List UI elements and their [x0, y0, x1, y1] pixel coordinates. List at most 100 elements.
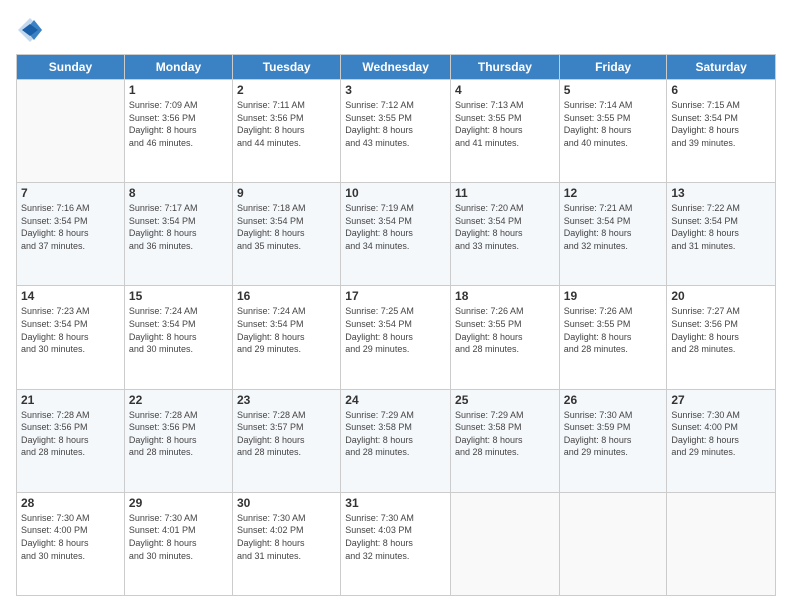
day-number: 28	[21, 496, 120, 510]
day-number: 18	[455, 289, 555, 303]
day-number: 14	[21, 289, 120, 303]
calendar-cell	[451, 492, 560, 595]
day-number: 24	[345, 393, 446, 407]
day-number: 25	[455, 393, 555, 407]
calendar-week-row: 28 Sunrise: 7:30 AM Sunset: 4:00 PM Dayli…	[17, 492, 776, 595]
day-number: 10	[345, 186, 446, 200]
day-number: 4	[455, 83, 555, 97]
day-number: 1	[129, 83, 228, 97]
calendar-cell: 28 Sunrise: 7:30 AM Sunset: 4:00 PM Dayli…	[17, 492, 125, 595]
day-info: Sunrise: 7:24 AM Sunset: 3:54 PM Dayligh…	[129, 305, 228, 355]
calendar-table: SundayMondayTuesdayWednesdayThursdayFrid…	[16, 54, 776, 596]
calendar-cell: 9 Sunrise: 7:18 AM Sunset: 3:54 PM Daylig…	[233, 183, 341, 286]
day-number: 20	[671, 289, 771, 303]
day-info: Sunrise: 7:30 AM Sunset: 3:59 PM Dayligh…	[564, 409, 663, 459]
calendar-cell: 16Sunrise: 7:24 AM Sunset: 3:54 PM Dayli…	[233, 286, 341, 389]
day-info: Sunrise: 7:11 AM Sunset: 3:56 PM Dayligh…	[237, 99, 336, 149]
day-info: Sunrise: 7:28 AM Sunset: 3:57 PM Dayligh…	[237, 409, 336, 459]
calendar-cell	[559, 492, 667, 595]
day-number: 7	[21, 186, 120, 200]
calendar-cell	[667, 492, 776, 595]
day-number: 13	[671, 186, 771, 200]
calendar-week-row: 21 Sunrise: 7:28 AM Sunset: 3:56 PM Dayli…	[17, 389, 776, 492]
day-number: 2	[237, 83, 336, 97]
day-info: Sunrise: 7:19 AM Sunset: 3:54 PM Dayligh…	[345, 202, 446, 252]
day-info: Sunrise: 7:28 AM Sunset: 3:56 PM Dayligh…	[129, 409, 228, 459]
day-number: 9	[237, 186, 336, 200]
day-number: 17	[345, 289, 446, 303]
day-info: Sunrise: 7:26 AM Sunset: 3:55 PM Dayligh…	[564, 305, 663, 355]
calendar-cell: 14 Sunrise: 7:23 AM Sunset: 3:54 PM Dayli…	[17, 286, 125, 389]
calendar-cell: 24 Sunrise: 7:29 AM Sunset: 3:58 PM Dayli…	[341, 389, 451, 492]
day-info: Sunrise: 7:30 AM Sunset: 4:02 PM Dayligh…	[237, 512, 336, 562]
day-number: 26	[564, 393, 663, 407]
day-number: 30	[237, 496, 336, 510]
day-info: Sunrise: 7:21 AM Sunset: 3:54 PM Dayligh…	[564, 202, 663, 252]
day-number: 27	[671, 393, 771, 407]
day-info: Sunrise: 7:30 AM Sunset: 4:03 PM Dayligh…	[345, 512, 446, 562]
day-info: Sunrise: 7:23 AM Sunset: 3:54 PM Dayligh…	[21, 305, 120, 355]
calendar-cell	[17, 80, 125, 183]
calendar-cell: 15 Sunrise: 7:24 AM Sunset: 3:54 PM Dayli…	[124, 286, 232, 389]
calendar-day-header: Sunday	[17, 55, 125, 80]
day-info: Sunrise: 7:29 AM Sunset: 3:58 PM Dayligh…	[345, 409, 446, 459]
day-number: 5	[564, 83, 663, 97]
calendar-week-row: 14 Sunrise: 7:23 AM Sunset: 3:54 PM Dayli…	[17, 286, 776, 389]
calendar-cell: 13 Sunrise: 7:22 AM Sunset: 3:54 PM Dayli…	[667, 183, 776, 286]
day-info: Sunrise: 7:22 AM Sunset: 3:54 PM Dayligh…	[671, 202, 771, 252]
day-number: 3	[345, 83, 446, 97]
calendar-day-header: Monday	[124, 55, 232, 80]
calendar-day-header: Saturday	[667, 55, 776, 80]
day-number: 22	[129, 393, 228, 407]
day-info: Sunrise: 7:30 AM Sunset: 4:00 PM Dayligh…	[671, 409, 771, 459]
day-info: Sunrise: 7:24 AM Sunset: 3:54 PM Dayligh…	[237, 305, 336, 355]
day-info: Sunrise: 7:12 AM Sunset: 3:55 PM Dayligh…	[345, 99, 446, 149]
calendar-cell: 18 Sunrise: 7:26 AM Sunset: 3:55 PM Dayli…	[451, 286, 560, 389]
day-number: 8	[129, 186, 228, 200]
day-info: Sunrise: 7:17 AM Sunset: 3:54 PM Dayligh…	[129, 202, 228, 252]
calendar-cell: 12 Sunrise: 7:21 AM Sunset: 3:54 PM Dayli…	[559, 183, 667, 286]
logo-icon	[16, 16, 44, 44]
calendar-cell: 26 Sunrise: 7:30 AM Sunset: 3:59 PM Dayli…	[559, 389, 667, 492]
calendar-cell: 3 Sunrise: 7:12 AM Sunset: 3:55 PM Daylig…	[341, 80, 451, 183]
calendar-cell: 17Sunrise: 7:25 AM Sunset: 3:54 PM Dayli…	[341, 286, 451, 389]
calendar-cell: 6 Sunrise: 7:15 AM Sunset: 3:54 PM Daylig…	[667, 80, 776, 183]
calendar-cell: 2 Sunrise: 7:11 AM Sunset: 3:56 PM Daylig…	[233, 80, 341, 183]
header	[16, 16, 776, 44]
day-number: 21	[21, 393, 120, 407]
calendar-cell: 22 Sunrise: 7:28 AM Sunset: 3:56 PM Dayli…	[124, 389, 232, 492]
day-info: Sunrise: 7:16 AM Sunset: 3:54 PM Dayligh…	[21, 202, 120, 252]
day-info: Sunrise: 7:20 AM Sunset: 3:54 PM Dayligh…	[455, 202, 555, 252]
calendar-cell: 4Sunrise: 7:13 AM Sunset: 3:55 PM Daylig…	[451, 80, 560, 183]
day-number: 11	[455, 186, 555, 200]
calendar-week-row: 1Sunrise: 7:09 AM Sunset: 3:56 PM Daylig…	[17, 80, 776, 183]
day-number: 6	[671, 83, 771, 97]
day-number: 12	[564, 186, 663, 200]
day-info: Sunrise: 7:15 AM Sunset: 3:54 PM Dayligh…	[671, 99, 771, 149]
calendar-day-header: Tuesday	[233, 55, 341, 80]
day-info: Sunrise: 7:27 AM Sunset: 3:56 PM Dayligh…	[671, 305, 771, 355]
day-number: 23	[237, 393, 336, 407]
calendar-cell: 25 Sunrise: 7:29 AM Sunset: 3:58 PM Dayli…	[451, 389, 560, 492]
calendar-header-row: SundayMondayTuesdayWednesdayThursdayFrid…	[17, 55, 776, 80]
day-info: Sunrise: 7:30 AM Sunset: 4:00 PM Dayligh…	[21, 512, 120, 562]
day-info: Sunrise: 7:30 AM Sunset: 4:01 PM Dayligh…	[129, 512, 228, 562]
calendar-week-row: 7 Sunrise: 7:16 AM Sunset: 3:54 PM Daylig…	[17, 183, 776, 286]
day-number: 15	[129, 289, 228, 303]
calendar-cell: 21 Sunrise: 7:28 AM Sunset: 3:56 PM Dayli…	[17, 389, 125, 492]
calendar-cell: 5 Sunrise: 7:14 AM Sunset: 3:55 PM Daylig…	[559, 80, 667, 183]
day-info: Sunrise: 7:26 AM Sunset: 3:55 PM Dayligh…	[455, 305, 555, 355]
calendar-cell: 20 Sunrise: 7:27 AM Sunset: 3:56 PM Dayli…	[667, 286, 776, 389]
calendar-day-header: Thursday	[451, 55, 560, 80]
calendar-cell: 31Sunrise: 7:30 AM Sunset: 4:03 PM Dayli…	[341, 492, 451, 595]
calendar-cell: 10 Sunrise: 7:19 AM Sunset: 3:54 PM Dayli…	[341, 183, 451, 286]
calendar-day-header: Friday	[559, 55, 667, 80]
day-info: Sunrise: 7:18 AM Sunset: 3:54 PM Dayligh…	[237, 202, 336, 252]
calendar-cell: 11 Sunrise: 7:20 AM Sunset: 3:54 PM Dayli…	[451, 183, 560, 286]
day-info: Sunrise: 7:28 AM Sunset: 3:56 PM Dayligh…	[21, 409, 120, 459]
day-info: Sunrise: 7:14 AM Sunset: 3:55 PM Dayligh…	[564, 99, 663, 149]
logo	[16, 16, 46, 44]
day-info: Sunrise: 7:29 AM Sunset: 3:58 PM Dayligh…	[455, 409, 555, 459]
calendar-cell: 8 Sunrise: 7:17 AM Sunset: 3:54 PM Daylig…	[124, 183, 232, 286]
calendar-cell: 30 Sunrise: 7:30 AM Sunset: 4:02 PM Dayli…	[233, 492, 341, 595]
